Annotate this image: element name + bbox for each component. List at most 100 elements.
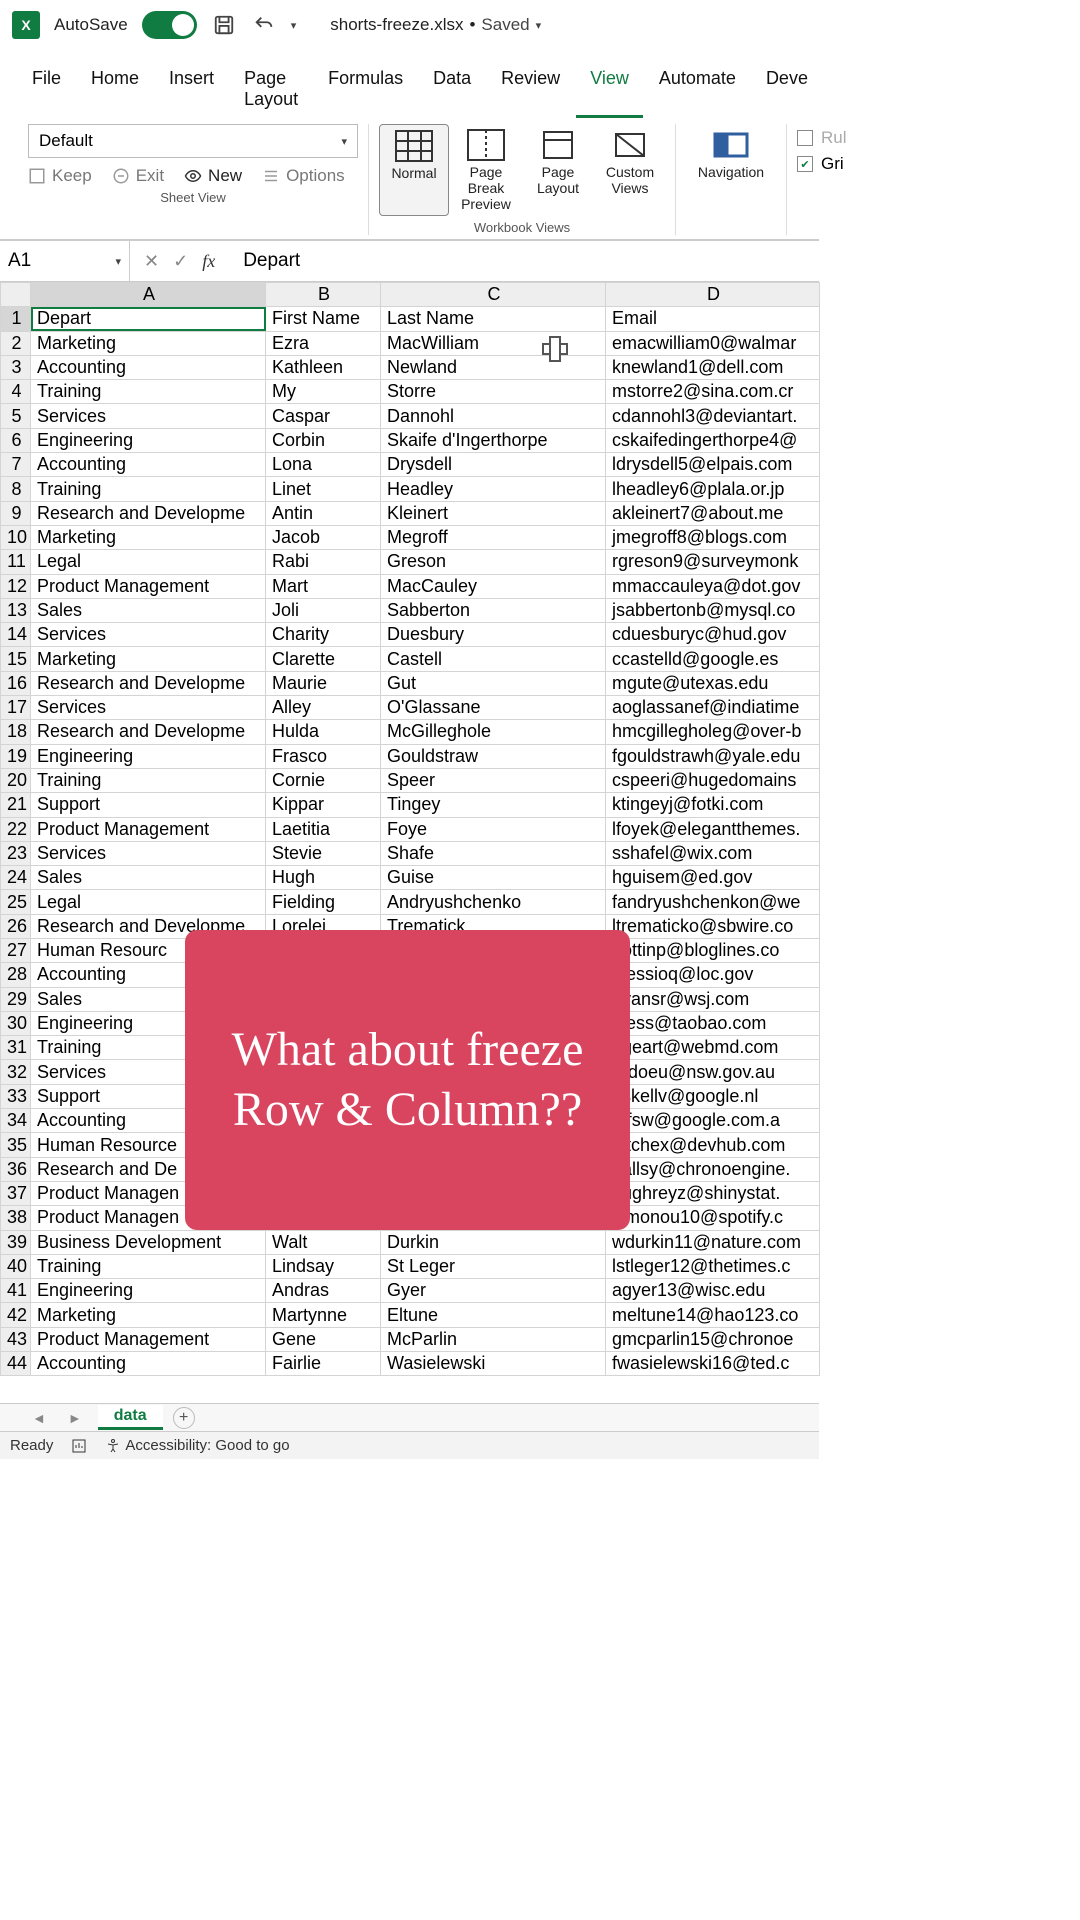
row-header-26[interactable]: 26 <box>1 914 31 938</box>
cell-C18[interactable]: McGilleghole <box>381 720 606 744</box>
tab-view[interactable]: View <box>576 60 643 118</box>
cell-B8[interactable]: Linet <box>266 477 381 501</box>
autosave-toggle[interactable] <box>142 11 197 39</box>
row-header-40[interactable]: 40 <box>1 1254 31 1278</box>
pagebreak-view-button[interactable]: Page Break Preview <box>451 124 521 216</box>
cell-C3[interactable]: Newland <box>381 355 606 379</box>
row-header-15[interactable]: 15 <box>1 647 31 671</box>
cell-B25[interactable]: Fielding <box>266 890 381 914</box>
cell-D34[interactable]: effsw@google.com.a <box>606 1109 820 1133</box>
cell-B39[interactable]: Walt <box>266 1230 381 1254</box>
row-header-1[interactable]: 1 <box>1 307 31 331</box>
cell-B14[interactable]: Charity <box>266 623 381 647</box>
row-header-8[interactable]: 8 <box>1 477 31 501</box>
cell-D6[interactable]: cskaifedingerthorpe4@ <box>606 428 820 452</box>
name-box[interactable]: A1 ▾ <box>0 241 130 281</box>
cell-C14[interactable]: Duesbury <box>381 623 606 647</box>
cell-B13[interactable]: Joli <box>266 598 381 622</box>
row-header-13[interactable]: 13 <box>1 598 31 622</box>
cell-D15[interactable]: ccastelld@google.es <box>606 647 820 671</box>
tab-review[interactable]: Review <box>487 60 574 118</box>
row-header-32[interactable]: 32 <box>1 1060 31 1084</box>
cell-A8[interactable]: Training <box>31 477 266 501</box>
tab-file[interactable]: File <box>18 60 75 118</box>
row-header-14[interactable]: 14 <box>1 623 31 647</box>
select-all-corner[interactable] <box>1 283 31 307</box>
cell-B4[interactable]: My <box>266 380 381 404</box>
cell-B2[interactable]: Ezra <box>266 331 381 355</box>
tab-automate[interactable]: Automate <box>645 60 750 118</box>
cell-C6[interactable]: Skaife d'Ingerthorpe <box>381 428 606 452</box>
cell-A12[interactable]: Product Management <box>31 574 266 598</box>
spreadsheet-grid[interactable]: A B C D 1DepartFirst NameLast NameEmail2… <box>0 282 819 1376</box>
cell-A44[interactable]: Accounting <box>31 1352 266 1376</box>
accessibility-status[interactable]: Accessibility: Good to go <box>125 1437 289 1454</box>
cell-C7[interactable]: Drysdell <box>381 453 606 477</box>
cell-C15[interactable]: Castell <box>381 647 606 671</box>
row-header-12[interactable]: 12 <box>1 574 31 598</box>
cell-D5[interactable]: cdannohl3@deviantart. <box>606 404 820 428</box>
cell-D12[interactable]: mmaccauleya@dot.gov <box>606 574 820 598</box>
cell-C4[interactable]: Storre <box>381 380 606 404</box>
cell-D38[interactable]: simonou10@spotify.c <box>606 1206 820 1230</box>
cell-C12[interactable]: MacCauley <box>381 574 606 598</box>
cell-B24[interactable]: Hugh <box>266 866 381 890</box>
column-header-A[interactable]: A <box>31 283 266 307</box>
cell-B12[interactable]: Mart <box>266 574 381 598</box>
cell-C23[interactable]: Shafe <box>381 841 606 865</box>
row-header-43[interactable]: 43 <box>1 1327 31 1351</box>
row-header-35[interactable]: 35 <box>1 1133 31 1157</box>
navigation-button[interactable]: Navigation <box>686 124 776 184</box>
cell-A5[interactable]: Services <box>31 404 266 428</box>
cell-D36[interactable]: ballsy@chronoengine. <box>606 1157 820 1181</box>
tab-deve[interactable]: Deve <box>752 60 822 118</box>
row-header-23[interactable]: 23 <box>1 841 31 865</box>
cell-A6[interactable]: Engineering <box>31 428 266 452</box>
row-header-29[interactable]: 29 <box>1 987 31 1011</box>
cell-C42[interactable]: Eltune <box>381 1303 606 1327</box>
cell-D9[interactable]: akleinert7@about.me <box>606 501 820 525</box>
row-header-17[interactable]: 17 <box>1 696 31 720</box>
cell-D33[interactable]: askellv@google.nl <box>606 1084 820 1108</box>
cell-A20[interactable]: Training <box>31 768 266 792</box>
cell-B3[interactable]: Kathleen <box>266 355 381 379</box>
cell-D27[interactable]: hottinp@bloglines.co <box>606 939 820 963</box>
sheetview-selector[interactable]: Default ▾ <box>28 124 358 158</box>
row-header-42[interactable]: 42 <box>1 1303 31 1327</box>
row-header-38[interactable]: 38 <box>1 1206 31 1230</box>
next-sheet-icon[interactable]: ► <box>62 1410 88 1426</box>
cell-A10[interactable]: Marketing <box>31 525 266 549</box>
cell-A19[interactable]: Engineering <box>31 744 266 768</box>
cell-D24[interactable]: hguisem@ed.gov <box>606 866 820 890</box>
cell-A7[interactable]: Accounting <box>31 453 266 477</box>
gridlines-checkbox[interactable]: ✔Gri <box>797 154 844 174</box>
cell-D10[interactable]: jmegroff8@blogs.com <box>606 525 820 549</box>
cell-D4[interactable]: mstorre2@sina.com.cr <box>606 380 820 404</box>
cell-D37[interactable]: aughreyz@shinystat. <box>606 1181 820 1205</box>
custom-views-button[interactable]: Custom Views <box>595 124 665 216</box>
row-header-16[interactable]: 16 <box>1 671 31 695</box>
cell-C17[interactable]: O'Glassane <box>381 696 606 720</box>
row-header-11[interactable]: 11 <box>1 550 31 574</box>
cell-A15[interactable]: Marketing <box>31 647 266 671</box>
cell-D30[interactable]: ldess@taobao.com <box>606 1011 820 1035</box>
cell-D42[interactable]: meltune14@hao123.co <box>606 1303 820 1327</box>
cell-C16[interactable]: Gut <box>381 671 606 695</box>
cell-B19[interactable]: Frasco <box>266 744 381 768</box>
cell-D22[interactable]: lfoyek@elegantthemes. <box>606 817 820 841</box>
cell-B40[interactable]: Lindsay <box>266 1254 381 1278</box>
row-header-33[interactable]: 33 <box>1 1084 31 1108</box>
row-header-41[interactable]: 41 <box>1 1279 31 1303</box>
cell-D3[interactable]: knewland1@dell.com <box>606 355 820 379</box>
row-header-6[interactable]: 6 <box>1 428 31 452</box>
cell-D40[interactable]: lstleger12@thetimes.c <box>606 1254 820 1278</box>
cell-B41[interactable]: Andras <box>266 1279 381 1303</box>
fx-icon[interactable]: fx <box>202 251 215 272</box>
row-header-39[interactable]: 39 <box>1 1230 31 1254</box>
row-header-34[interactable]: 34 <box>1 1109 31 1133</box>
cell-D20[interactable]: cspeeri@hugedomains <box>606 768 820 792</box>
tab-formulas[interactable]: Formulas <box>314 60 417 118</box>
cell-A3[interactable]: Accounting <box>31 355 266 379</box>
cell-D31[interactable]: egeart@webmd.com <box>606 1036 820 1060</box>
row-header-10[interactable]: 10 <box>1 525 31 549</box>
